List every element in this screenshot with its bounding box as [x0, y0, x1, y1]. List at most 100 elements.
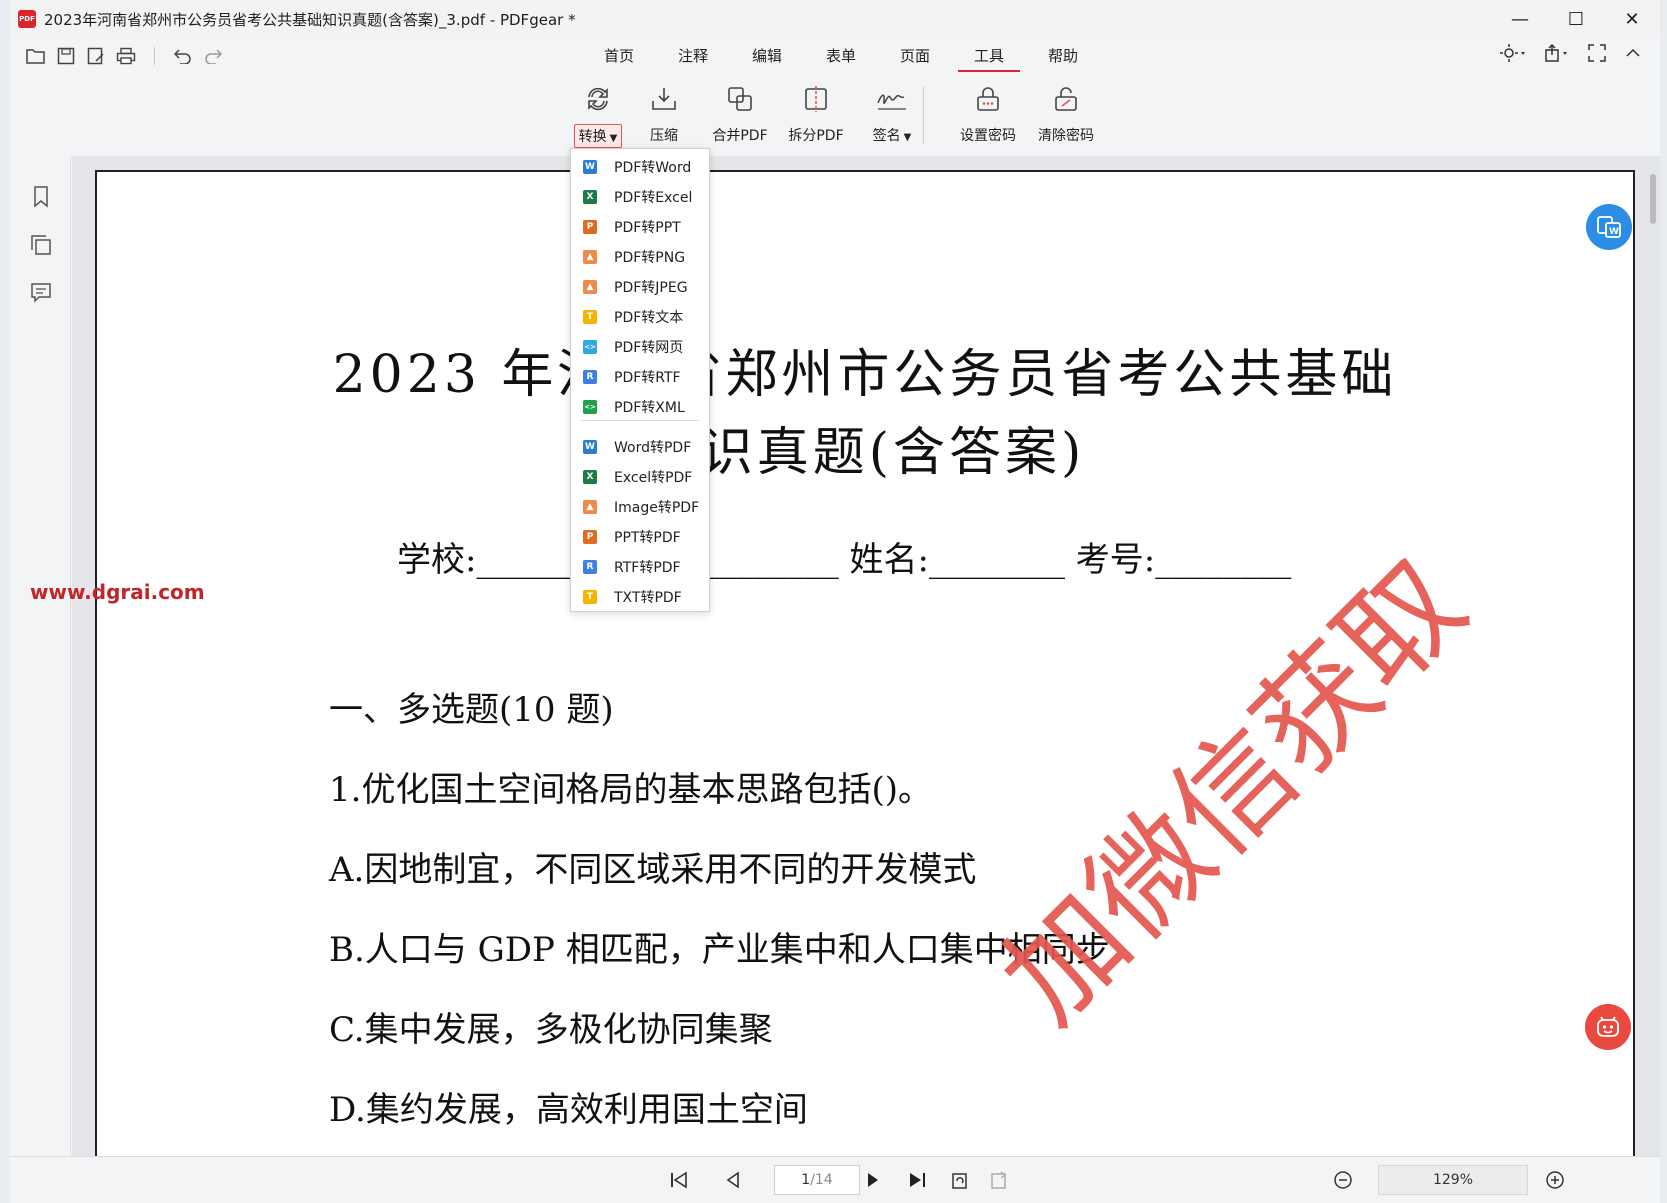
- app-window: PDF 2023年河南省郑州市公务员省考公共基础知识真题(含答案)_3.pdf …: [10, 0, 1660, 1203]
- current-page: 1: [801, 1172, 811, 1188]
- close-button[interactable]: ✕: [1604, 0, 1660, 38]
- save-as-icon[interactable]: [84, 44, 108, 68]
- option-a: A.因地制宜，不同区域采用不同的开发模式: [329, 850, 977, 890]
- xml-file-icon: <>: [583, 400, 597, 414]
- menu-item-pdf-to-excel[interactable]: X PDF转Excel: [571, 183, 709, 211]
- merge-label: 合并PDF: [712, 128, 768, 144]
- merge-pdf-button[interactable]: 合并PDF: [702, 82, 778, 152]
- menu-item-image-to-pdf[interactable]: ▲ Image转PDF: [571, 493, 709, 521]
- student-info-fields: 学校:________ 班级:________ 姓名:________ 考号:_…: [397, 540, 1292, 580]
- convert-button[interactable]: 转换 ▼: [560, 82, 636, 152]
- redo-icon[interactable]: [201, 44, 225, 68]
- option-c: C.集中发展，多极化协同集聚: [329, 1010, 773, 1050]
- tab-edit[interactable]: 编辑: [730, 38, 804, 72]
- theme-sun-icon[interactable]: [1500, 44, 1526, 66]
- zoom-in-icon[interactable]: [1542, 1167, 1568, 1193]
- page-number-field[interactable]: 1/14: [774, 1165, 860, 1195]
- remove-password-button[interactable]: 清除密码: [1028, 82, 1104, 152]
- menu-item-pdf-to-text[interactable]: T PDF转文本: [571, 303, 709, 331]
- menu-item-txt-to-pdf[interactable]: T TXT转PDF: [571, 583, 709, 611]
- minimize-button[interactable]: —: [1492, 0, 1548, 38]
- rtf-file-icon: R: [583, 560, 597, 574]
- title-bar: PDF 2023年河南省郑州市公务员省考公共基础知识真题(含答案)_3.pdf …: [10, 0, 1660, 38]
- set-password-button[interactable]: 设置密码: [950, 82, 1026, 152]
- share-icon[interactable]: [1544, 43, 1570, 66]
- undo-icon[interactable]: [171, 44, 195, 68]
- convert-dropdown-menu: W PDF转Word X PDF转Excel P PDF转PPT ▲ PDF转P…: [570, 148, 710, 612]
- vertical-scrollbar-thumb[interactable]: [1650, 174, 1656, 224]
- menu-tabs: 首页 注释 编辑 表单 页面 工具 帮助: [582, 38, 1100, 72]
- menu-item-pdf-to-ppt[interactable]: P PDF转PPT: [571, 213, 709, 241]
- tab-annotate[interactable]: 注释: [656, 38, 730, 72]
- tab-home[interactable]: 首页: [582, 38, 656, 72]
- left-sidebar: [10, 156, 71, 1176]
- text-file-icon: T: [583, 310, 597, 324]
- menu-item-pdf-to-word[interactable]: W PDF转Word: [571, 153, 709, 181]
- maximize-button[interactable]: ☐: [1548, 0, 1604, 38]
- svg-text:W: W: [1609, 227, 1619, 237]
- split-pdf-button[interactable]: 拆分PDF: [778, 82, 854, 152]
- tools-ribbon: 转换 ▼ 压缩 合并PDF 拆分PDF 签名 ▼ 设置密码 清除密码: [10, 76, 1660, 156]
- tab-tools[interactable]: 工具: [952, 38, 1026, 72]
- image-file-icon: ▲: [583, 250, 597, 264]
- lock-icon: [971, 82, 1005, 116]
- zoom-out-icon[interactable]: [1330, 1167, 1356, 1193]
- last-page-icon[interactable]: [904, 1167, 930, 1193]
- red-text-watermark: 加微信获取: [976, 533, 1491, 1049]
- remove-password-label: 清除密码: [1038, 128, 1094, 144]
- merge-icon: [723, 82, 757, 116]
- sign-button[interactable]: 签名 ▼: [854, 82, 930, 152]
- compress-label: 压缩: [650, 128, 678, 144]
- compress-icon: [647, 82, 681, 116]
- menu-item-pdf-to-jpeg[interactable]: ▲ PDF转JPEG: [571, 273, 709, 301]
- next-page-icon[interactable]: [860, 1167, 886, 1193]
- document-title-line1: 2023 年河南省郑州市公务员省考公共基础: [332, 345, 1398, 405]
- menu-item-pdf-to-html[interactable]: <> PDF转网页: [571, 333, 709, 361]
- menu-item-word-to-pdf[interactable]: W Word转PDF: [571, 433, 709, 461]
- first-page-icon[interactable]: [666, 1167, 692, 1193]
- image-file-icon: ▲: [583, 280, 597, 294]
- image-file-icon: ▲: [583, 500, 597, 514]
- fullscreen-icon[interactable]: [1588, 44, 1606, 66]
- ppt-file-icon: P: [583, 530, 597, 544]
- collapse-ribbon-icon[interactable]: [1624, 44, 1642, 66]
- split-icon: [799, 82, 833, 116]
- option-d: D.集约发展，高效利用国土空间: [329, 1090, 808, 1130]
- unlock-icon: [1049, 82, 1083, 116]
- rotate-left-icon[interactable]: [946, 1167, 972, 1193]
- tab-form[interactable]: 表单: [804, 38, 878, 72]
- menu-item-pdf-to-png[interactable]: ▲ PDF转PNG: [571, 243, 709, 271]
- tab-help[interactable]: 帮助: [1026, 38, 1100, 72]
- caret-down-icon: ▼: [609, 133, 618, 144]
- sign-label: 签名: [872, 128, 901, 144]
- split-label: 拆分PDF: [788, 128, 844, 144]
- excel-file-icon: X: [583, 190, 597, 204]
- comments-icon[interactable]: [28, 280, 54, 306]
- menu-item-pdf-to-rtf[interactable]: R PDF转RTF: [571, 363, 709, 391]
- text-file-icon: T: [583, 590, 597, 604]
- menu-item-excel-to-pdf[interactable]: X Excel转PDF: [571, 463, 709, 491]
- document-viewport[interactable]: 2023 年河南省郑州市公务员省考公共基础 知识真题(含答案) 学校:_____…: [72, 156, 1660, 1156]
- rotate-right-icon[interactable]: [986, 1167, 1012, 1193]
- section-heading: 一、多选题(10 题): [329, 690, 614, 730]
- menu-item-pdf-to-xml[interactable]: <> PDF转XML: [571, 393, 709, 421]
- rtf-file-icon: R: [583, 370, 597, 384]
- previous-page-icon[interactable]: [720, 1167, 746, 1193]
- compress-button[interactable]: 压缩: [626, 82, 702, 152]
- tab-page[interactable]: 页面: [878, 38, 952, 72]
- menu-item-ppt-to-pdf[interactable]: P PPT转PDF: [571, 523, 709, 551]
- pdfgear-app-icon: PDF: [18, 10, 36, 28]
- menu-right-icons: [1500, 43, 1642, 66]
- convert-to-word-float-button[interactable]: W: [1586, 204, 1632, 250]
- print-icon[interactable]: [114, 44, 138, 68]
- menu-item-rtf-to-pdf[interactable]: R RTF转PDF: [571, 553, 709, 581]
- set-password-label: 设置密码: [960, 128, 1016, 144]
- save-icon[interactable]: [54, 44, 78, 68]
- question-text: 1.优化国土空间格局的基本思路包括()。: [329, 770, 932, 810]
- open-folder-icon[interactable]: [24, 44, 48, 68]
- zoom-level-field[interactable]: 129%: [1378, 1165, 1528, 1195]
- excel-file-icon: X: [583, 470, 597, 484]
- bookmark-icon[interactable]: [28, 184, 54, 210]
- thumbnails-icon[interactable]: [28, 232, 54, 258]
- ai-assistant-float-button[interactable]: [1585, 1004, 1631, 1050]
